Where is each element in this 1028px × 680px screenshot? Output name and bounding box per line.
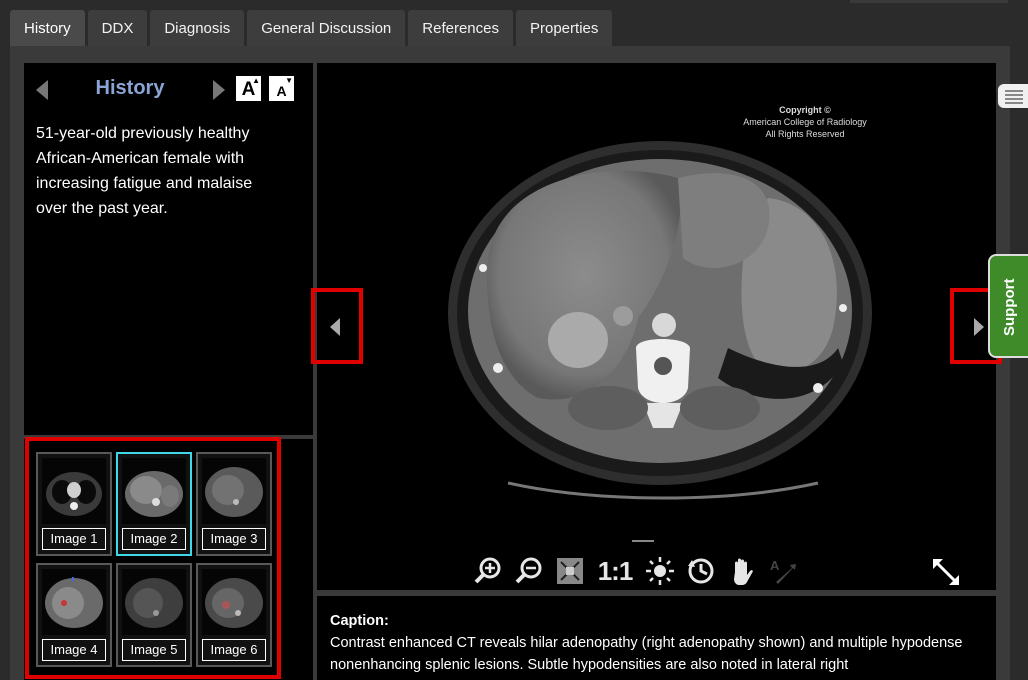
tab-bar: History DDX Diagnosis General Discussion…: [10, 10, 615, 48]
history-prev-arrow-icon[interactable]: [36, 80, 48, 100]
tab-properties[interactable]: Properties: [516, 10, 613, 47]
history-title: History: [95, 77, 165, 99]
reset-icon[interactable]: [683, 555, 719, 587]
copyright-watermark: Copyright © American College of Radiolog…: [735, 104, 875, 140]
increase-font-button[interactable]: A ▲: [236, 76, 261, 101]
menu-icon[interactable]: [998, 84, 1028, 108]
tab-references[interactable]: References: [408, 10, 513, 47]
support-tab[interactable]: Support: [988, 254, 1028, 358]
fullscreen-icon[interactable]: [930, 556, 962, 588]
caption-title: Caption:: [330, 613, 389, 629]
history-panel: [24, 63, 313, 435]
history-text: 51-year-old previously healthy African-A…: [36, 125, 253, 217]
tab-history[interactable]: History: [10, 10, 85, 47]
chevron-left-icon: [330, 318, 340, 336]
brightness-icon[interactable]: [642, 555, 678, 587]
zoom-out-icon[interactable]: [511, 555, 547, 587]
caption-panel: Caption: Contrast enhanced CT reveals hi…: [317, 596, 996, 680]
prev-image-button[interactable]: [311, 288, 363, 364]
svg-text:A: A: [770, 558, 780, 573]
font-decrease-glyph: A: [276, 83, 287, 99]
fit-to-screen-icon[interactable]: [552, 555, 588, 587]
ct-scan-image: [438, 108, 878, 508]
caret-down-icon: ▼: [285, 76, 293, 85]
tab-general-discussion[interactable]: General Discussion: [247, 10, 406, 47]
history-next-arrow-icon[interactable]: [213, 80, 225, 100]
copyright-line-1: Copyright ©: [779, 105, 831, 115]
actual-size-button[interactable]: 1:1: [593, 555, 637, 587]
pan-hand-icon[interactable]: [724, 555, 760, 587]
tab-diagnosis[interactable]: Diagnosis: [150, 10, 245, 47]
tab-ddx[interactable]: DDX: [87, 10, 148, 47]
annotate-icon[interactable]: A: [765, 555, 801, 587]
thumbnail-highlight-box: [25, 437, 281, 679]
top-strip: [850, 0, 1008, 3]
copyright-line-3: All Rights Reserved: [765, 129, 845, 139]
copyright-line-2: American College of Radiology: [743, 117, 867, 127]
zoom-in-icon[interactable]: [470, 555, 506, 587]
caret-up-icon: ▲: [252, 76, 260, 85]
caption-text: Contrast enhanced CT reveals hilar adeno…: [330, 635, 963, 673]
support-label: Support: [1001, 278, 1018, 337]
viewer-toolbar: 1:1 A: [470, 554, 806, 588]
decrease-font-button[interactable]: A ▼: [269, 76, 294, 101]
chevron-right-icon: [974, 318, 984, 336]
slice-indicator: [632, 540, 654, 542]
